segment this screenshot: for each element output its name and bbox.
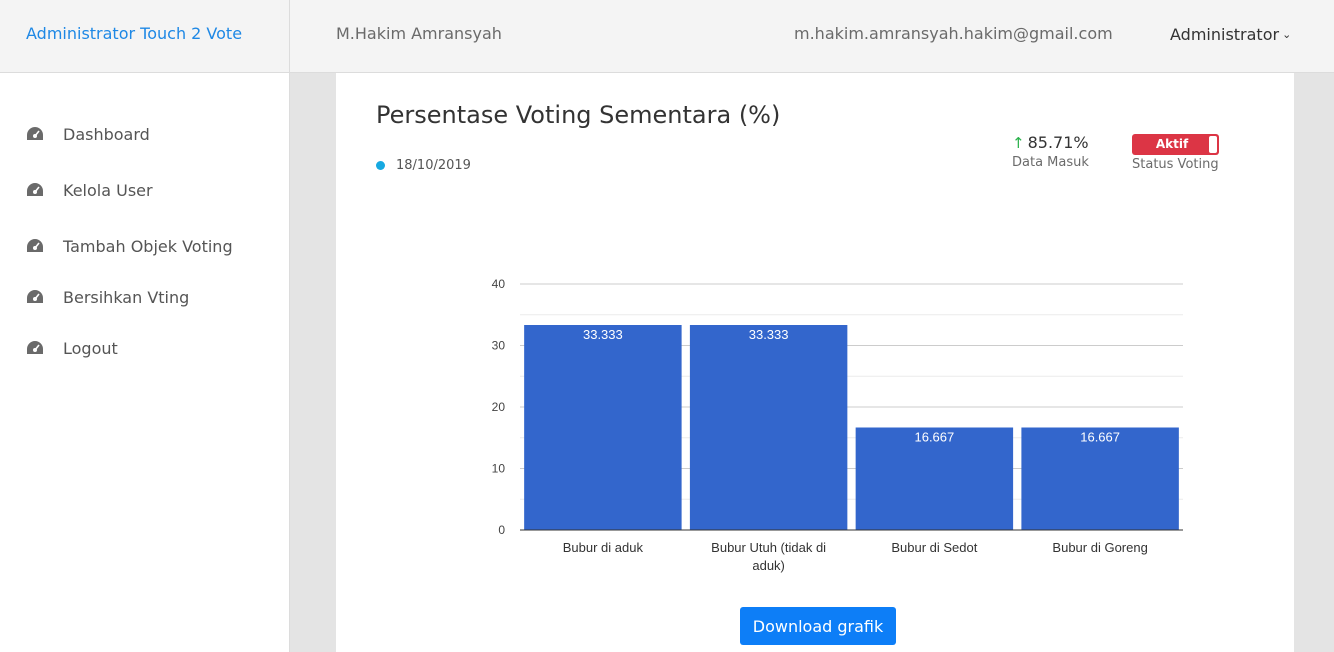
dashboard-icon <box>27 183 43 196</box>
x-category-label-line: Bubur di aduk <box>563 540 644 555</box>
sidebar-item-label: Logout <box>63 338 118 358</box>
chevron-down-icon: ⌄ <box>1282 28 1292 41</box>
bar <box>524 325 682 530</box>
sidebar: Dashboard Kelola User Tambah Objek Votin… <box>0 73 290 652</box>
bar-chart: 0 10 20 30 40 33.333 Bubur di aduk 33.333 Bubur … <box>492 277 1183 573</box>
y-tick-label: 30 <box>492 339 506 353</box>
dashboard-icon <box>27 290 43 303</box>
x-category-label: Bubur di Sedot <box>891 540 977 555</box>
bar-value-label: 16.667 <box>1080 429 1120 444</box>
x-category-label: Bubur di Goreng <box>1052 540 1147 555</box>
dashboard-icon <box>27 127 43 140</box>
user-email: m.hakim.amransyah.hakim@gmail.com <box>794 24 1113 43</box>
bar-value-label: 33.333 <box>749 327 789 342</box>
y-tick-label: 0 <box>498 523 505 537</box>
dashboard-icon <box>27 239 43 252</box>
sidebar-item-label: Dashboard <box>63 124 150 144</box>
x-category-label-line: Bubur Utuh (tidak di <box>711 540 826 555</box>
role-label: Administrator <box>1170 25 1280 44</box>
x-category-label-line: Bubur di Goreng <box>1052 540 1147 555</box>
sidebar-item-label: Bersihkan Vting <box>63 287 190 307</box>
sidebar-item-kelola-user[interactable]: Kelola User <box>26 178 153 202</box>
bar-value-label: 33.333 <box>583 327 623 342</box>
bar <box>689 325 848 530</box>
x-category-label: Bubur Utuh (tidak di aduk) <box>711 540 826 573</box>
x-category-label-line: aduk) <box>752 558 785 573</box>
download-chart-button[interactable]: Download grafik <box>740 607 896 645</box>
top-navbar: Administrator Touch 2 Vote M.Hakim Amran… <box>0 0 1334 73</box>
user-name: M.Hakim Amransyah <box>336 24 502 43</box>
bar-value-label: 16.667 <box>914 429 954 444</box>
sidebar-item-bersihkan-voting[interactable]: Bersihkan Vting <box>26 285 189 309</box>
x-category-label-line: Bubur di Sedot <box>891 540 977 555</box>
right-gutter <box>1294 73 1334 652</box>
sidebar-item-tambah-objek-voting[interactable]: Tambah Objek Voting <box>26 234 233 258</box>
x-category-label: Bubur di aduk <box>563 540 644 555</box>
sidebar-item-dashboard[interactable]: Dashboard <box>26 122 150 146</box>
sidebar-item-logout[interactable]: Logout <box>26 336 118 360</box>
brand-area: Administrator Touch 2 Vote <box>0 0 290 72</box>
y-tick-label: 40 <box>492 277 506 291</box>
y-tick-label: 20 <box>492 400 506 414</box>
brand-title[interactable]: Administrator Touch 2 Vote <box>26 24 242 43</box>
chart-panel: Persentase Voting Sementara (%) 18/10/20… <box>336 73 1294 652</box>
role-dropdown[interactable]: Administrator ⌄ <box>1170 25 1291 44</box>
y-tick-label: 10 <box>492 462 506 476</box>
sidebar-item-label: Tambah Objek Voting <box>63 236 233 256</box>
sidebar-item-label: Kelola User <box>63 180 153 200</box>
dashboard-icon <box>27 341 43 354</box>
